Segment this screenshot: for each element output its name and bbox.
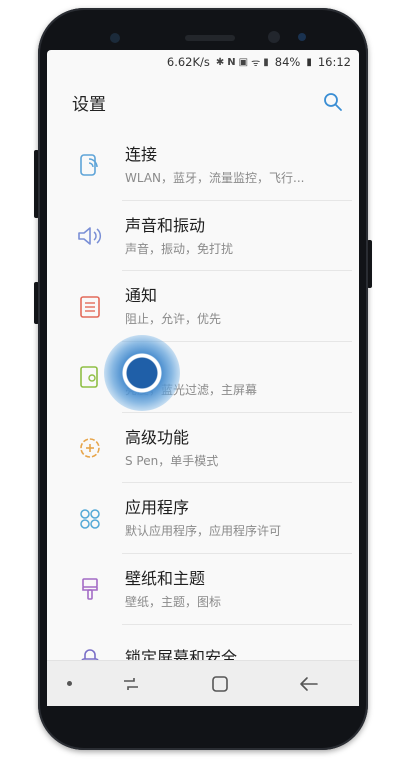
app-bar: 设置 [47, 74, 359, 130]
settings-item-label: 声音和振动 [125, 215, 206, 235]
settings-item-label: 连接 [125, 144, 158, 164]
settings-item-subtitle: 默认应用程序，应用程序许可 [125, 524, 282, 539]
recents-icon [124, 677, 138, 690]
home-button[interactable] [190, 661, 250, 707]
settings-item-label: 通知 [125, 286, 158, 306]
speaker-icon [71, 221, 109, 251]
home-icon [212, 675, 228, 692]
settings-item-notifications[interactable]: 通知 阻止，允许，优先 [47, 271, 359, 343]
back-button[interactable] [279, 661, 339, 707]
battery-icon: ▮ [306, 56, 312, 68]
network-speed: 6.62K/s [166, 55, 210, 69]
settings-item-wallpaper-themes[interactable]: 壁纸和主题 壁纸，主题，图标 [47, 554, 359, 625]
front-camera [268, 31, 280, 43]
settings-item-subtitle: 阻止，允许，优先 [125, 312, 222, 327]
nfc-icon: N [227, 56, 236, 68]
vibrate-icon: ▣ [238, 56, 249, 68]
status-icons: ✱ N ▣ ᯤ ▮ [215, 55, 269, 70]
settings-item-subtitle: S Pen，单手模式 [125, 453, 219, 468]
settings-item-label: 壁纸和主题 [125, 568, 206, 588]
sensor [110, 33, 120, 43]
iris-sensor [298, 33, 306, 41]
brush-icon [71, 574, 109, 604]
settings-item-subtitle: WLAN，蓝牙，流量监控，飞行... [125, 170, 305, 185]
settings-list: 连接 WLAN，蓝牙，流量监控，飞行... 声音和振动 声音，振动，免打扰 通知… [47, 130, 359, 696]
settings-item-apps[interactable]: 应用程序 默认应用程序，应用程序许可 [47, 483, 359, 555]
settings-item-connections[interactable]: 连接 WLAN，蓝牙，流量监控，飞行... [47, 130, 359, 201]
battery-level: 84% [274, 55, 301, 69]
navigation-bar [47, 660, 359, 706]
apps-icon [71, 504, 109, 534]
back-arrow-icon [300, 676, 318, 691]
settings-item-label: 高级功能 [125, 427, 190, 447]
phone-screen: 6.62K/s ✱ N ▣ ᯤ ▮ 84% ▮ 16:12 设置 连接 WLAN… [47, 50, 359, 706]
settings-item-label: 应用程序 [125, 498, 190, 518]
wifi-icon: ᯤ [251, 58, 261, 69]
advanced-icon [71, 433, 109, 463]
signal-icon: ▮ [263, 56, 269, 68]
status-bar: 6.62K/s ✱ N ▣ ᯤ ▮ 84% ▮ 16:12 [47, 50, 359, 74]
nav-dot-indicator [67, 681, 72, 686]
touch-indicator [104, 335, 180, 411]
notification-icon [71, 292, 109, 322]
settings-item-display[interactable]: 显示 亮度，蓝光过滤，主屏幕 [47, 342, 359, 413]
page-title: 设置 [72, 94, 106, 115]
settings-item-advanced-features[interactable]: 高级功能 S Pen，单手模式 [47, 413, 359, 484]
settings-item-subtitle: 声音，振动，免打扰 [125, 241, 234, 256]
recents-button[interactable] [101, 661, 161, 707]
settings-item-subtitle: 壁纸，主题，图标 [125, 594, 222, 609]
clock: 16:12 [317, 55, 351, 69]
earpiece-speaker [185, 35, 235, 41]
connection-icon [71, 150, 109, 180]
search-icon [324, 93, 342, 111]
bluetooth-icon: ✱ [215, 56, 225, 68]
search-button[interactable] [321, 90, 345, 114]
settings-item-sound-vibration[interactable]: 声音和振动 声音，振动，免打扰 [47, 201, 359, 272]
